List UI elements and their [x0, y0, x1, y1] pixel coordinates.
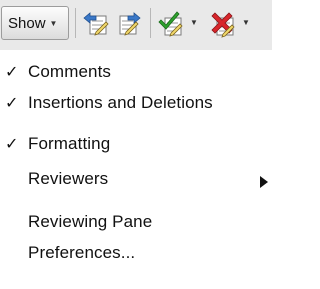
- chevron-down-icon: ▼: [49, 18, 58, 28]
- show-dropdown-button[interactable]: Show ▼: [1, 6, 69, 40]
- review-toolbar: Show ▼ ▼ ▼: [0, 0, 272, 50]
- menu-item-label: Preferences...: [28, 243, 136, 262]
- accept-dropdown-caret-icon[interactable]: ▼: [190, 18, 198, 27]
- menu-item-label: Insertions and Deletions: [28, 93, 213, 112]
- submenu-arrow-icon: [260, 176, 268, 188]
- toolbar-separator: [150, 8, 151, 38]
- menu-item-comments[interactable]: ✓ Comments: [0, 58, 272, 88]
- toolbar-separator: [75, 8, 76, 38]
- menu-item-label: Reviewing Pane: [28, 212, 153, 231]
- menu-item-formatting[interactable]: ✓ Formatting: [0, 130, 272, 160]
- accept-change-icon[interactable]: [158, 10, 186, 38]
- menu-item-label: Formatting: [28, 134, 111, 153]
- reject-change-icon[interactable]: [210, 10, 238, 38]
- menu-item-preferences[interactable]: Preferences...: [0, 239, 272, 269]
- menu-item-reviewers[interactable]: Reviewers: [0, 165, 272, 195]
- next-change-icon[interactable]: [114, 10, 142, 38]
- checkmark-icon: ✓: [5, 64, 19, 81]
- previous-change-icon[interactable]: [82, 10, 110, 38]
- menu-item-insertions-and-deletions[interactable]: ✓ Insertions and Deletions: [0, 89, 272, 119]
- checkmark-icon: ✓: [5, 95, 19, 112]
- reject-dropdown-caret-icon[interactable]: ▼: [242, 18, 250, 27]
- menu-item-label: Reviewers: [28, 169, 109, 188]
- menu-item-label: Comments: [28, 62, 111, 81]
- checkmark-icon: ✓: [5, 136, 19, 153]
- show-button-label: Show: [8, 14, 46, 32]
- menu-item-reviewing-pane[interactable]: Reviewing Pane: [0, 208, 272, 238]
